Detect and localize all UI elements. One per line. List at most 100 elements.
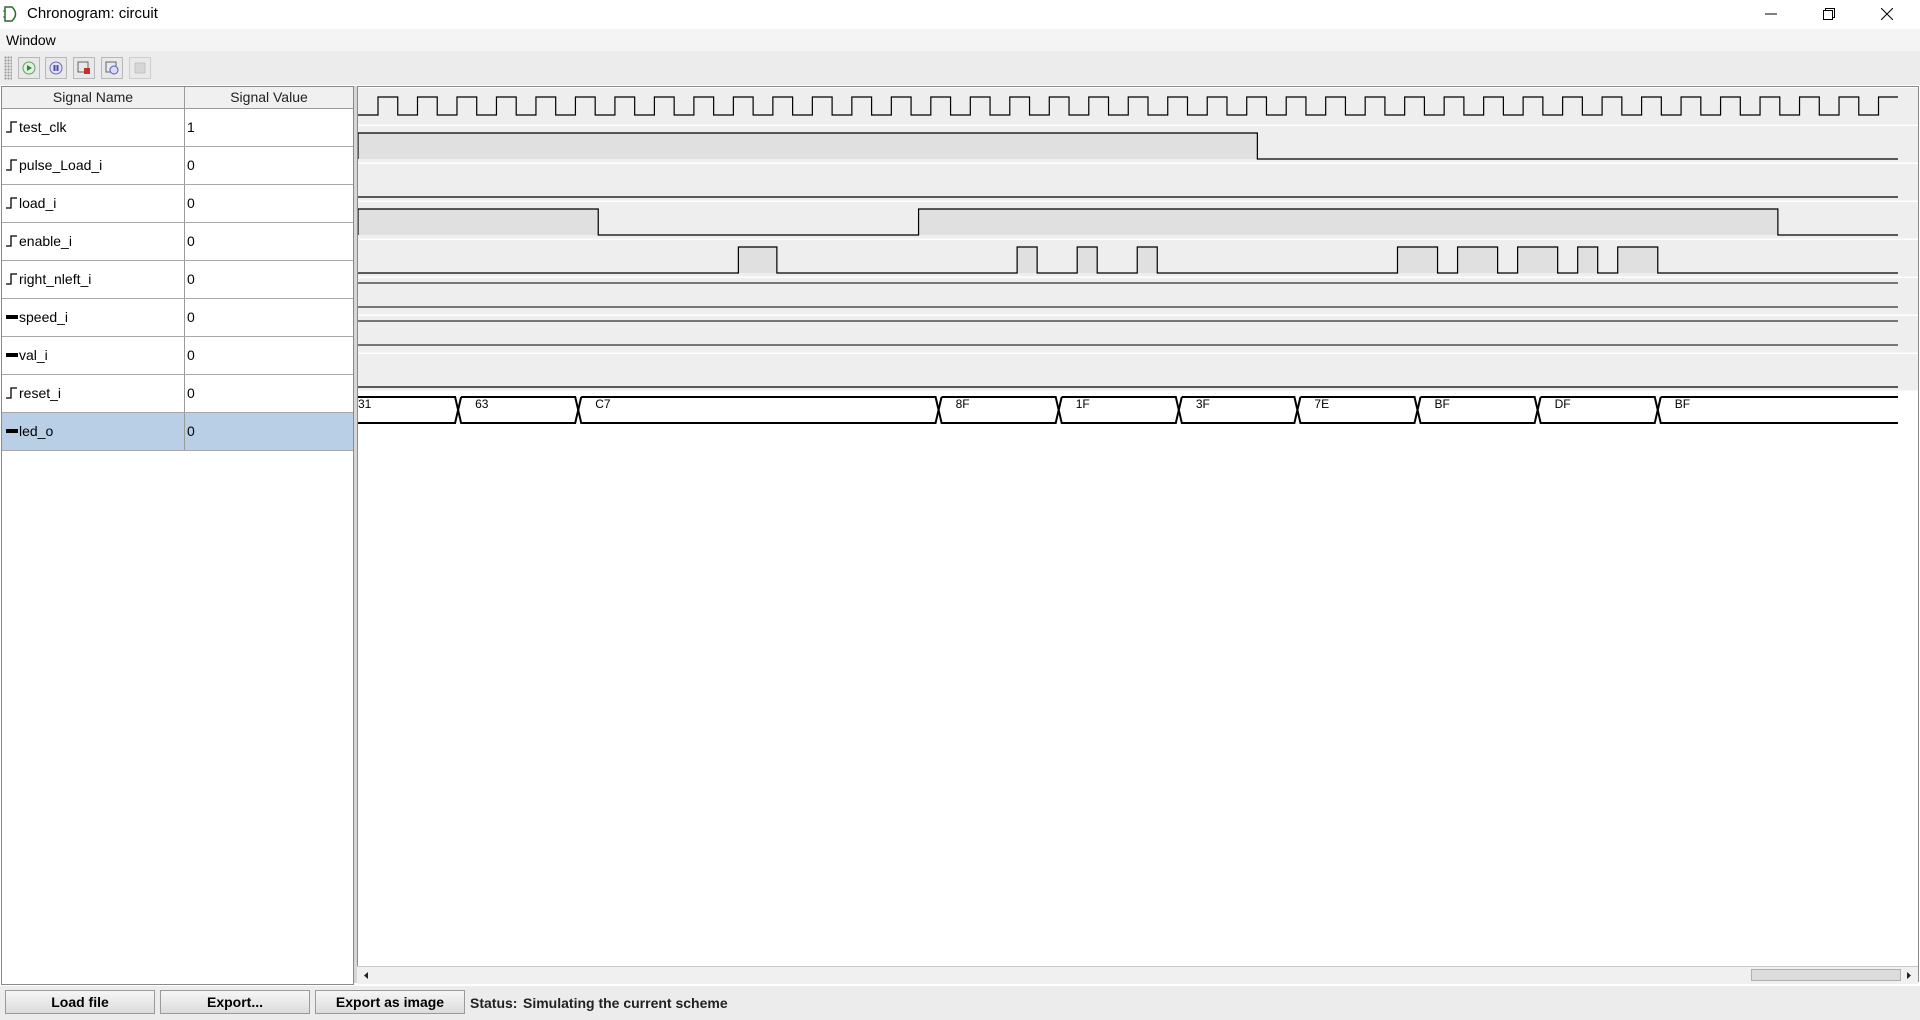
signal-name-cell[interactable]: val_i [2, 337, 185, 374]
signal-name-cell[interactable]: led_o [2, 413, 185, 450]
led_o-value-label: 1F [1076, 397, 1090, 411]
led_o-value-label: 63 [475, 397, 489, 411]
table-row[interactable]: led_o 0 [2, 413, 353, 451]
signal-value: 0 [187, 385, 195, 401]
signal-value: 1 [187, 119, 195, 135]
wave-high-fill [358, 209, 599, 235]
table-row[interactable]: reset_i 0 [2, 375, 353, 413]
bit-signal-icon [6, 121, 17, 133]
signal-value: 0 [187, 423, 195, 439]
led_o-value-label: 8F [956, 397, 970, 411]
header-signal-name[interactable]: Signal Name [2, 87, 185, 108]
bus-signal-icon [6, 429, 18, 433]
minimize-button[interactable] [1743, 0, 1801, 29]
stop-button[interactable] [129, 57, 151, 79]
stop-icon [134, 62, 146, 74]
signal-name-cell[interactable]: enable_i [2, 223, 185, 260]
bit-signal-icon [6, 159, 17, 171]
signal-value: 0 [187, 309, 195, 325]
wave-row-bg [358, 278, 1918, 315]
led_o-value-label: 3F [1196, 397, 1210, 411]
pause-button[interactable] [45, 57, 67, 79]
signal-name: test_clk [19, 119, 67, 135]
table-row[interactable]: pulse_Load_i 0 [2, 147, 353, 185]
wave-high-fill [1617, 247, 1658, 273]
signal-name-cell[interactable]: load_i [2, 185, 185, 222]
pause-icon [49, 61, 63, 75]
table-header: Signal Name Signal Value [2, 87, 353, 109]
wave-high-fill [1137, 247, 1158, 273]
bottom-bar: Load file Export... Export as image Stat… [0, 986, 1920, 1020]
scroll-right-icon[interactable] [1902, 969, 1916, 982]
play-icon [22, 61, 36, 75]
header-signal-value[interactable]: Signal Value [185, 87, 353, 108]
load-file-button[interactable]: Load file [5, 990, 155, 1014]
led_o-value-label: BF [1435, 397, 1450, 411]
signal-value: 0 [187, 347, 195, 363]
bit-signal-icon [6, 273, 17, 285]
signal-name-cell[interactable]: reset_i [2, 375, 185, 412]
step-button[interactable] [73, 57, 95, 79]
bit-signal-icon [6, 387, 17, 399]
scroll-thumb[interactable] [1751, 969, 1901, 981]
step-icon [77, 61, 90, 74]
signal-name: led_o [19, 423, 54, 439]
signal-value: 0 [187, 233, 195, 249]
status-text: Simulating the current scheme [523, 995, 728, 1011]
bit-signal-icon [6, 235, 17, 247]
export-button[interactable]: Export... [160, 990, 310, 1014]
table-row[interactable]: speed_i 0 [2, 299, 353, 337]
wave-high-fill [918, 209, 1778, 235]
signal-name-cell[interactable]: test_clk [2, 109, 185, 146]
play-button[interactable] [18, 57, 40, 79]
led_o-value-label: 7E [1314, 397, 1329, 411]
restore-button[interactable] [1801, 0, 1859, 29]
signal-name: reset_i [19, 385, 62, 401]
horizontal-scrollbar[interactable] [357, 966, 1918, 984]
window-title: Chronogram: circuit [27, 5, 158, 22]
close-icon [1881, 8, 1893, 20]
bit-signal-icon [6, 197, 17, 209]
menu-bar: Window [0, 29, 1920, 51]
wave-high-fill [1517, 247, 1558, 273]
wave-high-fill [1577, 247, 1598, 273]
reset-button[interactable] [101, 57, 123, 79]
app-logo-icon [3, 6, 17, 22]
toolbar-grip[interactable] [4, 56, 12, 80]
waveform-panel[interactable]: 31 63 C7 8F 1F 3F 7E BF DF BF [357, 86, 1919, 982]
signal-name-cell[interactable]: pulse_Load_i [2, 147, 185, 184]
table-row[interactable]: test_clk 1 [2, 109, 353, 147]
bus-signal-icon [6, 353, 18, 357]
scroll-left-icon[interactable] [359, 969, 373, 982]
wave-high-fill [358, 133, 1258, 159]
led_o-value-label: 31 [358, 397, 372, 411]
wave-high-fill [1077, 247, 1098, 273]
led_o-value-label: DF [1555, 397, 1571, 411]
wave-row-bg [358, 354, 1918, 391]
signal-name: right_nleft_i [19, 271, 92, 287]
wave-row-bg [358, 316, 1918, 353]
signal-rows: test_clk 1 pulse_Load_i 0 load_i 0 enable_i 0 ri… [2, 109, 353, 451]
signal-name: enable_i [19, 233, 72, 249]
wave-high-fill [1017, 247, 1038, 273]
signal-name: load_i [19, 195, 57, 211]
reset-icon [105, 61, 119, 75]
menu-window[interactable]: Window [6, 32, 56, 48]
signal-name-cell[interactable]: right_nleft_i [2, 261, 185, 298]
table-row[interactable]: val_i 0 [2, 337, 353, 375]
close-button[interactable] [1859, 0, 1917, 29]
minimize-icon [1765, 13, 1777, 15]
table-row[interactable]: right_nleft_i 0 [2, 261, 353, 299]
signal-name: pulse_Load_i [19, 157, 103, 173]
export-image-button[interactable]: Export as image [315, 990, 465, 1014]
wave-row-bg [358, 88, 1918, 125]
wave-row-bg [358, 164, 1918, 201]
led_o-value-label: BF [1675, 397, 1690, 411]
restore-icon [1823, 8, 1835, 20]
toolbar [0, 51, 1920, 85]
title-bar: Chronogram: circuit [0, 0, 1920, 29]
signal-name-cell[interactable]: speed_i [2, 299, 185, 336]
table-row[interactable]: load_i 0 [2, 185, 353, 223]
table-row[interactable]: enable_i 0 [2, 223, 353, 261]
led_o-value-label: C7 [595, 397, 611, 411]
